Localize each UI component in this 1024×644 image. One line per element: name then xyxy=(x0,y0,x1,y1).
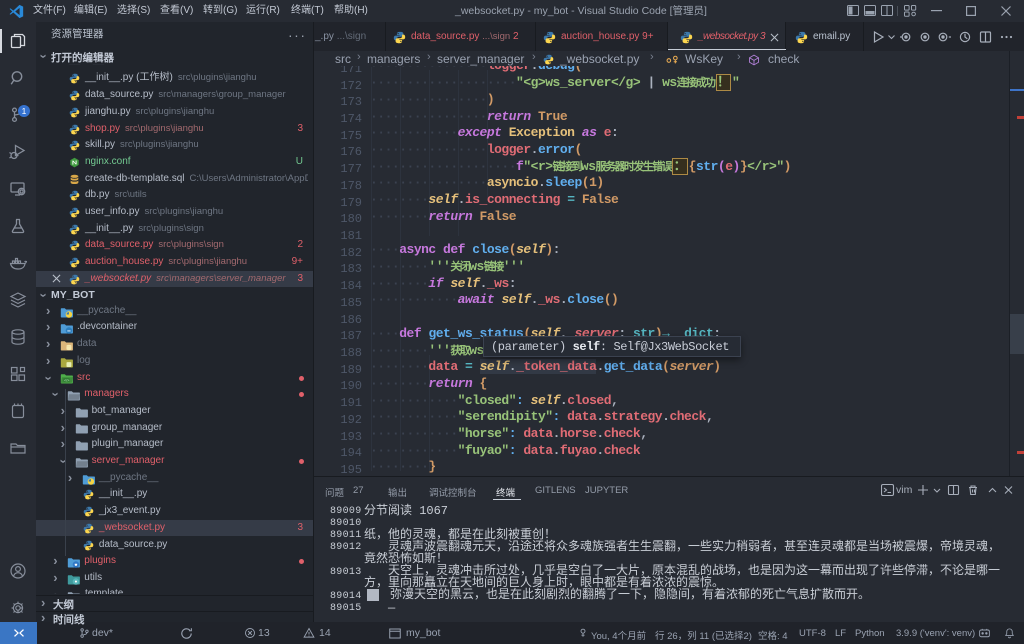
svg-text:</>: </> xyxy=(64,379,69,383)
